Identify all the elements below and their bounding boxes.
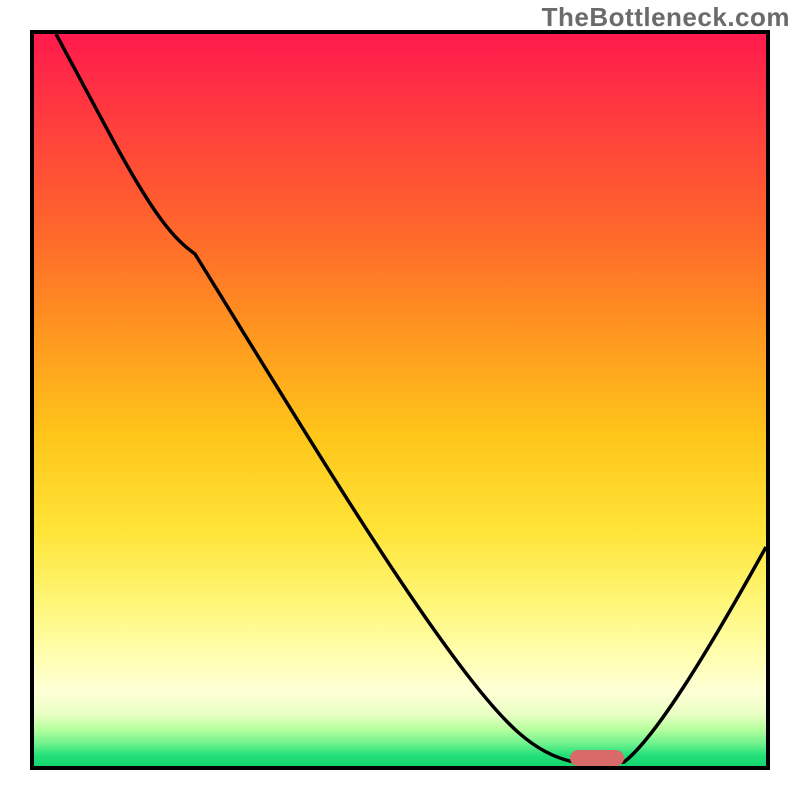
- optimal-marker: [570, 750, 624, 766]
- watermark-text: TheBottleneck.com: [542, 2, 790, 33]
- bottleneck-curve: [56, 34, 766, 764]
- plot-frame: [30, 30, 770, 770]
- chart-container: TheBottleneck.com: [0, 0, 800, 800]
- chart-overlay: [34, 34, 766, 766]
